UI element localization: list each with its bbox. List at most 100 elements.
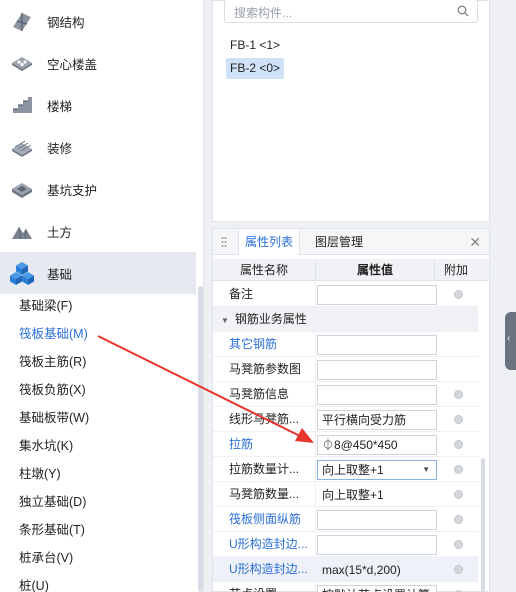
category-earthwork[interactable]: 土方 [0,210,196,252]
property-name: 备注 [229,287,254,301]
property-name: 拉筋 [229,437,254,451]
close-icon[interactable]: ✕ [469,234,481,251]
property-name: 线形马凳筋... [229,412,300,426]
property-name: 节点设置 [229,582,315,592]
property-value-input[interactable] [317,510,437,530]
foundation-icon [8,259,36,287]
column-separator [315,582,316,592]
attach-checkbox[interactable] [454,290,463,299]
column-separator [315,382,316,407]
property-row[interactable]: 其它钢筋 [213,332,478,357]
foundation-item[interactable]: 独立基础(D) [0,488,196,516]
property-grid-header: 属性名称 属性值 附加 [213,259,489,281]
foundation-item[interactable]: 桩承台(V) [0,544,196,572]
attach-checkbox[interactable] [454,540,463,549]
foundation-item-list: 基础梁(F) 筏板基础(M) 筏板主筋(R) 筏板负筋(X) 基础板带(W) 集… [0,292,196,592]
category-label: 钢结构 [47,15,85,30]
category-pit-support[interactable]: 基坑支护 [0,168,196,210]
property-row[interactable]: 马凳筋数量... 向上取整+1 [213,482,478,507]
steel-structure-icon [8,7,36,35]
property-row[interactable]: 节点设置按默认节点设置计算 [213,582,478,592]
property-group-row[interactable]: ▼ 钢筋业务属性 [213,307,478,332]
property-name: 筏板侧面纵筋 [229,512,302,526]
category-label: 基础 [47,267,73,282]
property-value-text: ⏀8@450*450 [322,438,398,452]
property-value-input[interactable] [317,385,437,405]
attach-checkbox[interactable] [454,440,463,449]
property-value-text: 平行横向受力筋 [322,413,407,427]
property-value-input[interactable] [317,535,437,555]
chevron-down-icon[interactable]: ▼ [221,316,229,325]
search-icon[interactable] [457,5,469,17]
dropdown-arrow-icon[interactable]: ▼ [422,461,430,479]
attach-checkbox[interactable] [454,490,463,499]
foundation-item[interactable]: 筏板主筋(R) [0,348,196,376]
property-row[interactable]: U形构造封边... max(15*d,200) [213,557,478,582]
column-separator [315,507,316,532]
foundation-item[interactable]: 筏板负筋(X) [0,376,196,404]
foundation-item[interactable]: 桩(U) [0,572,196,592]
category-hollow-floor[interactable]: 空心楼盖 [0,42,196,84]
tab-layer-management[interactable]: 图层管理 [309,229,369,255]
foundation-item[interactable]: 基础梁(F) [0,292,196,320]
property-value-select[interactable]: 向上取整+1 ▼ [317,460,437,480]
properties-tabs: 属性列表 图层管理 ✕ [213,229,489,255]
property-row[interactable]: U形构造封边... [213,532,478,557]
component-list-panel: 搜索构件... FB-1 <1> FB-2 <0> [212,0,490,222]
property-value-input[interactable]: 向上取整+1 [317,485,437,505]
property-name: 拉筋数量计... [229,462,300,476]
foundation-item[interactable]: 集水坑(K) [0,432,196,460]
tab-property-list[interactable]: 属性列表 [238,229,301,255]
foundation-item[interactable]: 柱墩(Y) [0,460,196,488]
attach-checkbox[interactable] [454,565,463,574]
component-item[interactable]: FB-1 <1> [226,35,284,56]
property-name: U形构造封边... [229,562,308,576]
property-row[interactable]: 筏板侧面纵筋 [213,507,478,532]
category-decoration[interactable]: 装修 [0,126,196,168]
property-value-input[interactable]: 平行横向受力筋 [317,410,437,430]
drag-handle-icon[interactable] [221,236,227,248]
property-row[interactable]: 线形马凳筋... 平行横向受力筋 [213,407,478,432]
search-box[interactable]: 搜索构件... [224,0,478,23]
attach-checkbox[interactable] [454,390,463,399]
property-value-input[interactable]: 按默认节点设置计算 [317,585,437,592]
property-value-input[interactable]: ⏀8@450*450 [317,435,437,455]
category-stairs[interactable]: 楼梯 [0,84,196,126]
category-label: 基坑支护 [47,183,98,198]
column-separator [315,357,316,382]
attach-checkbox[interactable] [454,415,463,424]
column-separator [315,482,316,507]
category-foundation[interactable]: 基础 [0,252,196,294]
property-row[interactable]: 备注 [213,282,478,307]
property-name: ▼ 钢筋业务属性 [221,307,421,332]
category-label: 土方 [47,225,73,240]
attach-checkbox[interactable] [454,515,463,524]
attach-checkbox[interactable] [454,465,463,474]
left-scrollbar[interactable] [198,286,203,592]
component-tree-panel: 钢结构 空心楼盖 楼梯 装修 基坑支护 土方 基础 基础梁(F) 筏板基础(M)… [0,0,204,592]
collapse-panel-tab[interactable]: ‹ [505,312,516,370]
column-header-name: 属性名称 [239,263,288,277]
property-row[interactable]: 马凳筋信息 [213,382,478,407]
foundation-item-selected[interactable]: 筏板基础(M) [0,320,196,348]
property-row[interactable]: 拉筋 ⏀8@450*450 [213,432,478,457]
chevron-left-icon: ‹ [507,333,511,344]
hollow-floor-icon [8,49,36,77]
property-name: 马凳筋参数图 [229,362,302,376]
property-name: 其它钢筋 [229,337,278,351]
property-value-text: 按默认节点设置计算 [322,588,430,592]
column-separator [315,282,316,307]
property-value-input[interactable]: max(15*d,200) [317,560,437,580]
property-value-input[interactable] [317,335,437,355]
foundation-item[interactable]: 条形基础(T) [0,516,196,544]
properties-scrollbar[interactable] [481,458,485,592]
properties-panel: 属性列表 图层管理 ✕ 属性名称 属性值 附加 备注 ▼ 钢筋业务属性其它钢筋马凳筋… [212,228,490,592]
foundation-item[interactable]: 基础板带(W) [0,404,196,432]
property-row[interactable]: 马凳筋参数图 [213,357,478,382]
property-value-input[interactable] [317,285,437,305]
component-item-selected[interactable]: FB-2 <0> [226,58,285,79]
search-input[interactable]: 搜索构件... [234,4,292,21]
property-row[interactable]: 拉筋数量计... 向上取整+1 ▼ [213,457,478,482]
category-steel-structure[interactable]: 钢结构 [0,0,196,42]
property-value-input[interactable] [317,360,437,380]
